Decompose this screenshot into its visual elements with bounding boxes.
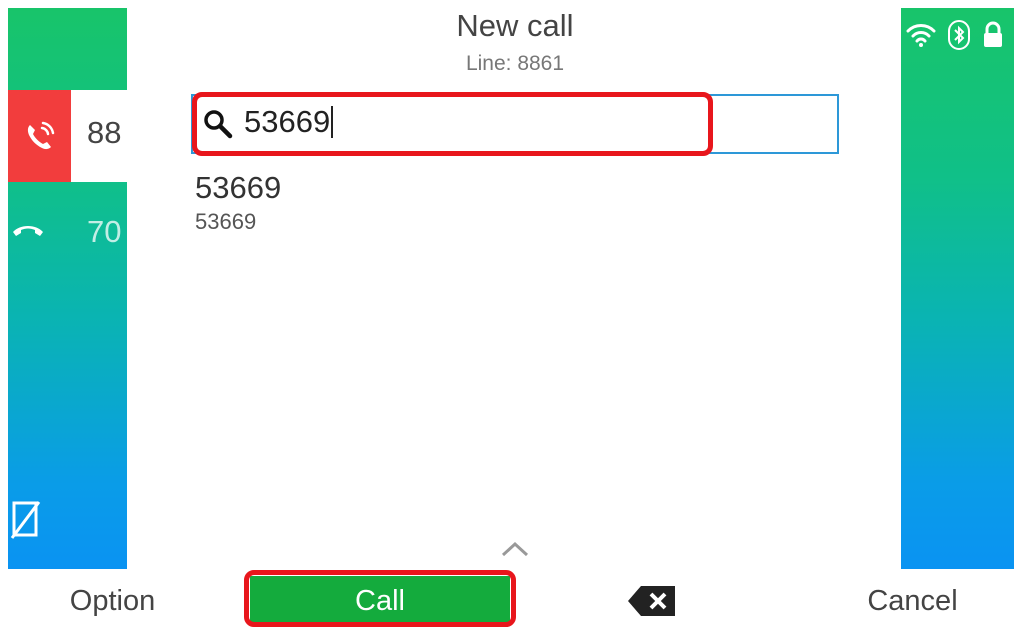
result-item-name[interactable]: 53669 [195,170,281,206]
screen-off-icon [10,500,42,545]
handset-icon[interactable] [10,218,46,247]
status-bar [906,20,1004,55]
backspace-icon [627,586,677,621]
line-subtitle: Line: 8861 [465,52,565,75]
result-item-number[interactable]: 53669 [195,209,256,235]
cancel-button[interactable]: Cancel [840,585,985,618]
chevron-up-icon[interactable] [500,540,530,563]
screen-title: New call [456,8,574,43]
search-highlight-box [192,92,713,156]
backspace-button[interactable] [620,584,684,620]
call-highlight-box [244,570,516,627]
wifi-icon [906,22,936,53]
bluetooth-icon [948,20,970,55]
option-button[interactable]: Option [40,585,185,618]
right-status-strip [901,8,1014,569]
line-key-2-label[interactable]: 70 [87,214,127,250]
line-key-1-label: 88 [87,115,122,150]
call-active-icon[interactable] [8,90,71,182]
lock-icon [982,21,1004,54]
